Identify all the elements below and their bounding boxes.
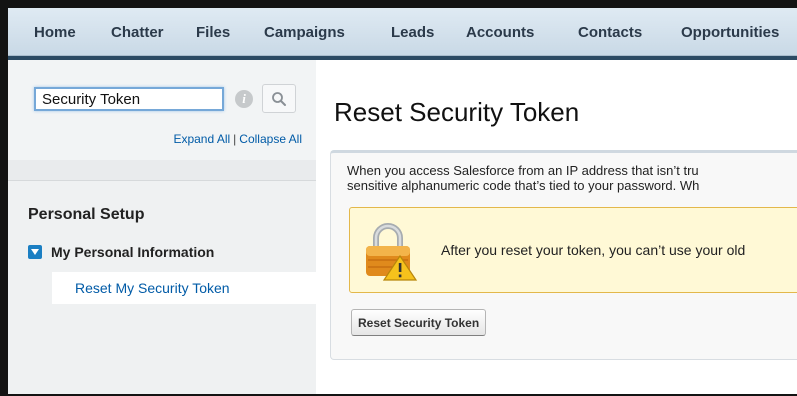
personal-setup-heading: Personal Setup xyxy=(28,206,145,223)
quick-find-input[interactable] xyxy=(34,87,224,111)
expand-collapse-links: Expand All | Collapse All xyxy=(173,132,302,146)
warning-text: After you reset your token, you can’t us… xyxy=(441,242,746,258)
quick-find-area: i Expand All|Collapse All xyxy=(8,60,316,160)
app-window: Home Chatter Files Campaigns Leads Accou… xyxy=(0,0,797,396)
tree-item-reset-my-security-token[interactable]: Reset My Security Token xyxy=(52,272,316,304)
sidebar-divider xyxy=(8,160,316,181)
collapse-icon[interactable] xyxy=(28,245,42,259)
top-nav-bar: Home Chatter Files Campaigns Leads Accou… xyxy=(8,8,797,56)
search-button[interactable] xyxy=(262,84,296,113)
setup-sidebar: i Expand All|Collapse All Personal Setup… xyxy=(8,60,316,394)
nav-tab-opportunities[interactable]: Opportunities xyxy=(681,24,779,41)
info-icon[interactable]: i xyxy=(235,90,253,108)
description-line-1: When you access Salesforce from an IP ad… xyxy=(347,163,699,178)
nav-tab-campaigns[interactable]: Campaigns xyxy=(264,24,345,41)
nav-tab-files[interactable]: Files xyxy=(196,24,230,41)
tree-node-label: My Personal Information xyxy=(51,244,215,260)
nav-tab-home[interactable]: Home xyxy=(34,24,76,41)
link-separator: | xyxy=(233,132,237,146)
description-text: When you access Salesforce from an IP ad… xyxy=(347,163,797,193)
collapse-all-link[interactable]: Collapse All xyxy=(239,132,302,146)
search-icon xyxy=(272,92,286,106)
reset-security-token-button[interactable]: Reset Security Token xyxy=(351,309,487,336)
nav-tab-accounts[interactable]: Accounts xyxy=(466,24,534,41)
nav-tab-chatter[interactable]: Chatter xyxy=(111,24,164,41)
description-line-2: sensitive alphanumeric code that’s tied … xyxy=(347,178,700,193)
page-title: Reset Security Token xyxy=(334,97,580,127)
tree-item-label: Reset My Security Token xyxy=(75,280,230,296)
warning-message: After you reset your token, you can’t us… xyxy=(349,207,797,293)
main-content: Reset Security Token When you access Sal… xyxy=(316,60,797,394)
lock-warning-icon xyxy=(366,223,418,281)
nav-tab-contacts[interactable]: Contacts xyxy=(578,24,642,41)
nav-tab-leads[interactable]: Leads xyxy=(391,24,434,41)
reset-token-panel: When you access Salesforce from an IP ad… xyxy=(330,150,797,360)
expand-all-link[interactable]: Expand All xyxy=(173,132,230,146)
